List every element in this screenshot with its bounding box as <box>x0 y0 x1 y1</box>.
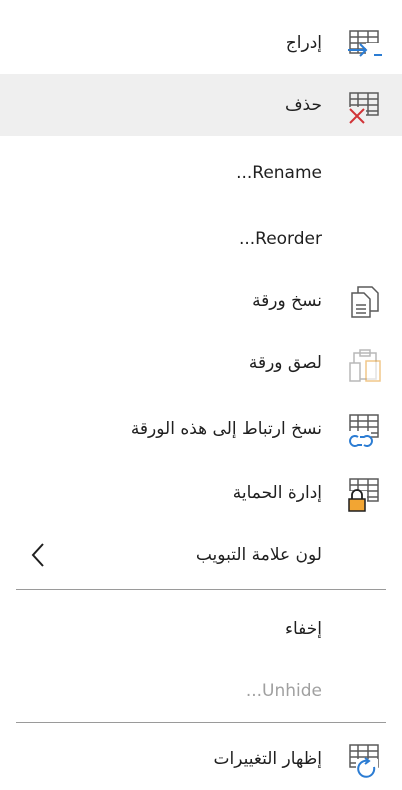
paste-sheet-icon <box>349 349 381 382</box>
menu-item-manage-protection[interactable]: إدارة الحماية <box>0 462 402 524</box>
menu-item-insert[interactable]: إدراج <box>0 12 402 74</box>
protect-sheet-icon <box>347 478 379 513</box>
menu-item-label: إظهار التغييرات <box>213 749 322 769</box>
menu-item-copy-sheet[interactable]: نسخ ورقة <box>0 270 402 332</box>
menu-item-tab-color[interactable]: لون علامة التبويب <box>0 524 402 586</box>
menu-item-rename[interactable]: ...Rename <box>0 142 402 204</box>
insert-sheet-icon <box>348 30 382 57</box>
menu-item-label: لون علامة التبويب <box>195 545 322 565</box>
menu-item-label: إدارة الحماية <box>232 483 322 503</box>
menu-item-label: ...Rename <box>236 163 322 183</box>
menu-item-label: ...Unhide <box>245 681 322 701</box>
menu-item-label: نسخ ارتباط إلى هذه الورقة <box>130 419 322 439</box>
menu-item-label: نسخ ورقة <box>252 291 322 311</box>
menu-divider <box>16 722 386 723</box>
menu-item-delete[interactable]: حذف <box>0 74 402 136</box>
show-changes-icon <box>349 744 379 779</box>
delete-sheet-icon <box>348 92 379 124</box>
menu-item-label: حذف <box>284 95 322 115</box>
menu-item-label: ...Reorder <box>238 229 322 249</box>
link-sheet-icon <box>347 414 379 447</box>
menu-divider <box>16 589 386 590</box>
menu-item-paste-sheet[interactable]: لصق ورقة <box>0 332 402 394</box>
copy-sheet-icon <box>351 286 379 318</box>
menu-item-reorder[interactable]: ...Reorder <box>0 208 402 270</box>
menu-item-label: إخفاء <box>284 619 322 639</box>
menu-item-label: إدراج <box>285 33 322 53</box>
menu-item-show-changes[interactable]: إظهار التغييرات <box>0 728 402 790</box>
menu-item-unhide[interactable]: ...Unhide <box>0 660 402 722</box>
chevron-left-icon <box>31 543 44 567</box>
menu-item-label: لصق ورقة <box>248 353 322 373</box>
menu-item-hide[interactable]: إخفاء <box>0 598 402 660</box>
menu-item-copy-link[interactable]: نسخ ارتباط إلى هذه الورقة <box>0 398 402 460</box>
sheet-context-menu: إدراج حذف ...Rename ...Reorder نسخ ورقة … <box>0 0 402 790</box>
